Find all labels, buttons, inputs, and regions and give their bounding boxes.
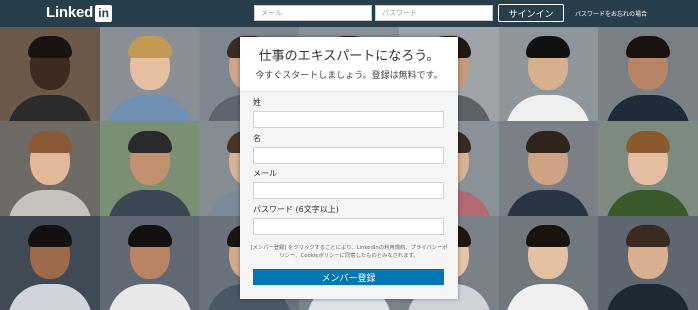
signup-password-label: パスワード (6文字以上) [253,205,339,214]
person-shoulders [107,189,192,216]
person-shoulders [606,189,691,216]
member-photo-tile [0,215,100,310]
signup-title: 仕事のエキスパートになろう。 [258,49,440,64]
member-photo-tile [498,27,599,122]
first-name-label: 姓 [253,98,261,107]
person-hair [626,36,671,59]
top-navigation-bar: Linked in サインイン パスワードをお忘れの場合 [0,0,698,27]
person-hair [626,225,671,248]
person-hair [27,225,72,248]
first-name-field[interactable] [253,111,444,128]
signup-form: 姓 名 メール パスワード (6文字以上) [メンバー登録] をクリックすること… [240,92,458,299]
person-shoulders [7,95,92,122]
member-photo-tile [598,215,698,310]
signup-email-label: メール [253,169,277,178]
signup-subtitle: 今すぐスタートしましょう。登録は無料です。 [255,71,443,81]
member-photo-tile [99,121,200,216]
signup-header: 仕事のエキスパートになろう。 今すぐスタートしましょう。登録は無料です。 [240,37,458,92]
person-hair [626,130,671,153]
signup-card: 仕事のエキスパートになろう。 今すぐスタートしましょう。登録は無料です。 姓 名… [240,37,458,299]
linkedin-logo[interactable]: Linked in [46,4,113,22]
person-hair [127,130,172,153]
person-shoulders [107,284,192,310]
person-hair [526,36,571,59]
member-photo-tile [99,215,200,310]
member-photo-tile [598,121,698,216]
logo-wordmark: Linked [46,4,94,21]
person-shoulders [606,284,691,310]
password-input[interactable] [375,5,493,21]
person-hair [27,36,72,59]
member-photo-tile [498,215,599,310]
person-hair [127,225,172,248]
person-hair [526,225,571,248]
person-shoulders [7,189,92,216]
person-shoulders [506,95,591,122]
last-name-label: 名 [253,134,261,143]
signup-password-field[interactable] [253,218,444,235]
member-photo-tile [99,27,200,122]
person-shoulders [506,284,591,310]
person-shoulders [107,95,192,122]
person-hair [526,130,571,153]
person-hair [27,130,72,153]
last-name-field[interactable] [253,147,444,164]
signup-email-field[interactable] [253,182,444,199]
person-hair [127,36,172,59]
signin-button[interactable]: サインイン [498,4,564,22]
member-photo-tile [0,27,100,122]
person-shoulders [506,189,591,216]
person-shoulders [7,284,92,310]
join-now-button[interactable]: メンバー登録 [253,269,444,285]
logo-in-icon: in [95,4,113,22]
forgot-password-link[interactable]: パスワードをお忘れの場合 [575,9,647,18]
email-input[interactable] [254,5,372,21]
member-photo-tile [498,121,599,216]
person-shoulders [606,95,691,122]
terms-notice: [メンバー登録] をクリックすることにより、LinkedInの利用規約、プライバ… [250,245,448,259]
member-photo-tile [598,27,698,122]
member-photo-tile [0,121,100,216]
